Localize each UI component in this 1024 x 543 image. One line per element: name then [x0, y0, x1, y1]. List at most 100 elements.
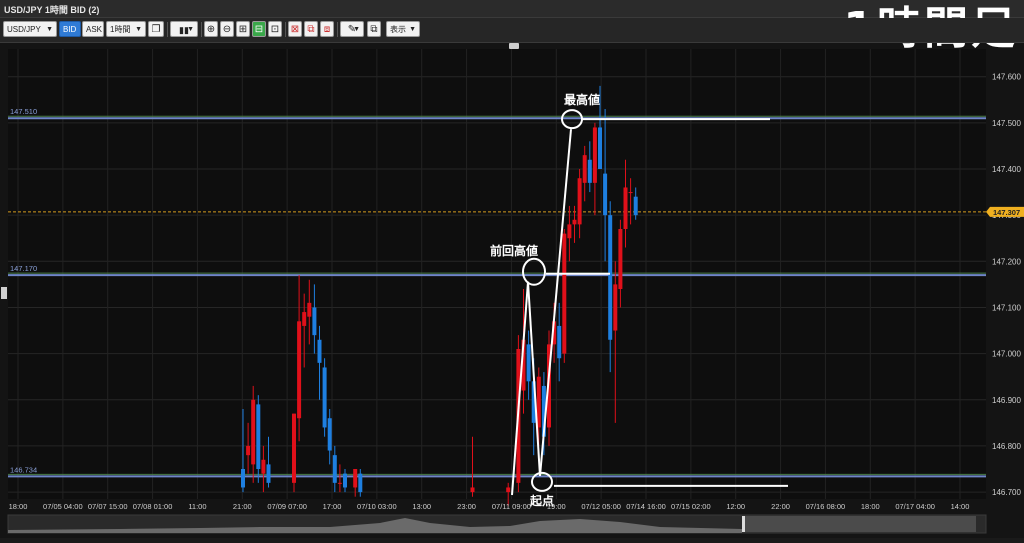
sell-order-button[interactable]: ⧉	[304, 21, 318, 37]
time-tick-label: 13:00	[412, 502, 431, 511]
horizontal-level-label: 147.510	[10, 107, 37, 116]
price-tick-label: 146.700	[992, 488, 1021, 497]
candle-body	[603, 173, 608, 216]
time-tick-label: 12:00	[726, 502, 745, 511]
candle-body	[266, 464, 271, 483]
ask-button[interactable]: ASK	[82, 21, 104, 37]
toolbar-separator	[337, 22, 338, 37]
symbol-select-value: USD/JPY	[7, 25, 41, 34]
navigator-handle	[742, 516, 745, 532]
layers-icon: ⧉	[370, 24, 378, 35]
price-tick-label: 147.500	[992, 119, 1021, 128]
time-tick-label: 14:00	[951, 502, 970, 511]
navigator-scrollbar[interactable]	[7, 514, 987, 534]
grid-button[interactable]: ⊞	[236, 21, 250, 37]
time-tick-label: 21:00	[233, 502, 252, 511]
chevron-down-icon: ▼	[187, 26, 194, 33]
candle-body	[343, 473, 347, 488]
shift-icon: ⊡	[270, 24, 280, 35]
horizontal-level-label: 147.170	[10, 264, 37, 273]
candle-body	[246, 445, 251, 456]
candle-body	[297, 321, 302, 419]
time-tick-label: 23:00	[457, 502, 476, 511]
candle-body	[322, 367, 327, 428]
sell-order-icon: ⧉	[307, 24, 315, 35]
candle-body	[598, 127, 602, 169]
candle-body	[628, 192, 633, 194]
display-menu[interactable]: 表示 ▼	[386, 21, 420, 37]
price-tick-label: 146.800	[992, 442, 1021, 451]
chart-toolbar: USD/JPY ▼ BID ASK 1時間 ▼ ❐ ▮▮ ▼ ⊕ ⊖ ⊞ ⊟ ⊡ ⊠ …	[0, 18, 1024, 43]
candle-body	[587, 159, 592, 183]
candle-body	[327, 418, 332, 451]
high-annotation: 最高値	[564, 92, 600, 107]
candle-body	[317, 339, 322, 363]
drawing-tool-select[interactable]: ✎ ▼	[340, 21, 364, 37]
chart-area[interactable]: 147.510 147.170 146.734 最高値 前回高値 起点 147.600 1…	[0, 49, 1024, 538]
shift-chart-button[interactable]: ⊡	[268, 21, 282, 37]
order-settings-button[interactable]: ⧈	[320, 21, 334, 37]
auto-scroll-button[interactable]: ⊟	[252, 21, 266, 37]
layers-button[interactable]: ⧉	[367, 21, 381, 37]
candlestick-chart[interactable]: 147.510147.170146.734 最高値前回高値起点 147.6001…	[0, 49, 1024, 538]
time-tick-label: 07/15 02:00	[671, 502, 711, 511]
prev-high-annotation: 前回高値	[490, 243, 538, 258]
candle-body	[557, 325, 562, 359]
candle-body	[312, 307, 317, 336]
candle-body	[353, 469, 358, 488]
chevron-down-icon: ▼	[409, 26, 416, 33]
price-axis: 147.600147.500147.400147.300147.200147.1…	[986, 73, 1024, 497]
time-tick-label: 07/09 07:00	[267, 502, 307, 511]
candle-body	[251, 399, 256, 465]
candle-body	[567, 224, 572, 239]
display-menu-label: 表示	[390, 25, 406, 34]
price-tick-label: 147.000	[992, 350, 1021, 359]
order-settings-icon: ⧈	[323, 24, 331, 35]
grid-icon: ⊞	[238, 24, 248, 35]
candle-body	[582, 155, 587, 183]
symbol-select[interactable]: USD/JPY ▼	[3, 21, 57, 37]
price-tick-label: 147.200	[992, 257, 1021, 266]
candle-body	[623, 187, 628, 229]
time-tick-label: 19:00	[547, 502, 566, 511]
time-tick-label: 07/07 15:00	[88, 502, 128, 511]
zoom-in-button[interactable]: ⊕	[204, 21, 218, 37]
candle-body	[307, 302, 312, 317]
buy-order-icon: ⊠	[290, 24, 300, 35]
copy-window-button[interactable]: ❐	[148, 21, 164, 37]
candle-body	[613, 284, 618, 331]
window-title: USD/JPY 1時間 BID (2)	[4, 5, 100, 15]
trading-chart-window: USD/JPY 1時間 BID (2) 1時間足 USD/JPY▼ BID AS…	[0, 0, 1024, 538]
chart-type-select[interactable]: ▮▮ ▼	[170, 21, 198, 37]
candle-body	[241, 469, 245, 488]
candle-body	[292, 413, 296, 483]
candle-body	[618, 229, 623, 289]
candle-body	[572, 219, 577, 225]
price-tick-label: 146.900	[992, 396, 1021, 405]
bid-button[interactable]: BID	[59, 21, 81, 37]
current-price-label: 147.307	[993, 208, 1020, 217]
time-tick-label: 22:00	[771, 502, 790, 511]
candle-body	[562, 233, 567, 354]
timeframe-select-value: 1時間	[110, 25, 131, 34]
zoom-out-button[interactable]: ⊖	[220, 21, 234, 37]
candle-body	[358, 473, 363, 493]
time-tick-label: 07/14 16:00	[626, 502, 666, 511]
toolbar-separator	[201, 22, 202, 37]
candle-body	[592, 127, 597, 183]
candle-body	[256, 404, 261, 469]
time-tick-label: 11:00	[188, 502, 206, 511]
toolbar-separator	[285, 22, 286, 37]
candle-body	[506, 487, 511, 493]
timeframe-select[interactable]: 1時間 ▼	[106, 21, 146, 37]
buy-order-button[interactable]: ⊠	[288, 21, 302, 37]
time-tick-label: 17:00	[323, 502, 342, 511]
candle-body	[633, 196, 638, 216]
price-tick-label: 147.600	[992, 73, 1021, 82]
time-tick-label: 07/12 05:00	[581, 502, 621, 511]
price-tick-label: 147.100	[992, 303, 1021, 312]
candle-body	[337, 482, 342, 484]
candle-body	[526, 344, 531, 382]
zoom-in-icon: ⊕	[206, 24, 216, 35]
candle-body	[577, 178, 582, 225]
